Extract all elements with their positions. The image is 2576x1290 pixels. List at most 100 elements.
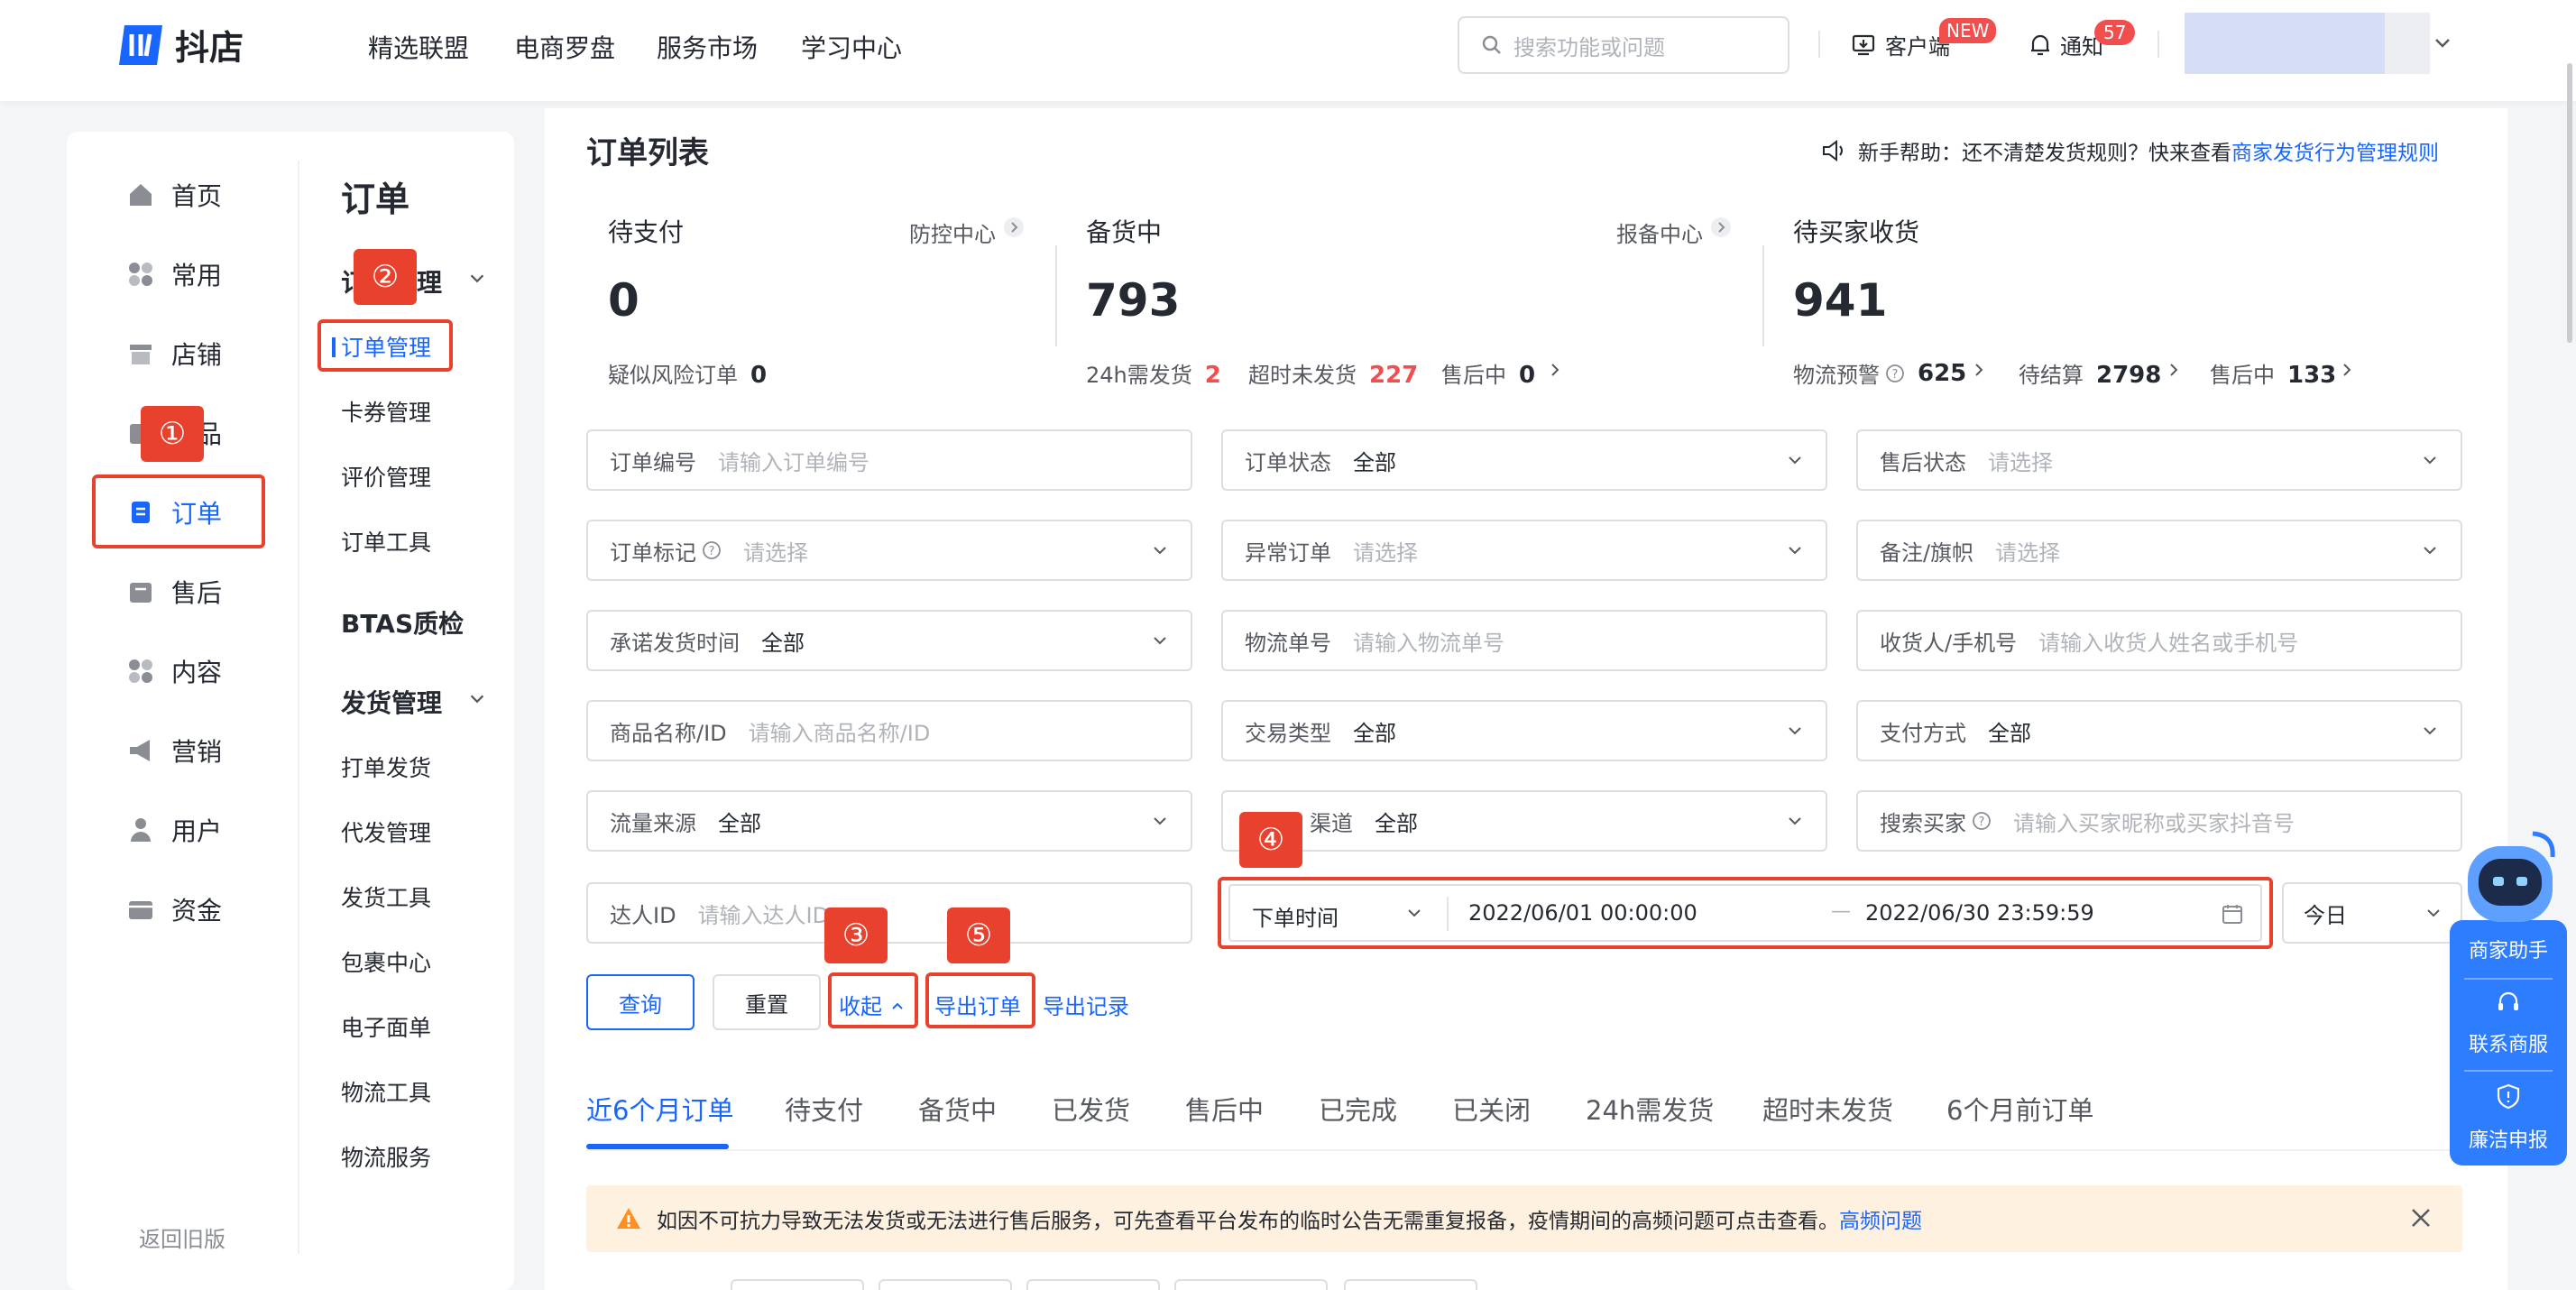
help-circle-icon[interactable]: ? <box>702 540 722 560</box>
topnav-alliance[interactable]: 精选联盟 <box>368 29 469 65</box>
reset-button[interactable]: 重置 <box>713 974 821 1030</box>
tab-completed[interactable]: 已完成 <box>1319 1090 1397 1128</box>
subnav-item-package-center[interactable]: 包裹中心 <box>341 945 431 978</box>
subnav-item-shipping-tools[interactable]: 发货工具 <box>341 880 431 913</box>
contact-service-button[interactable]: 联系商服 <box>2450 1028 2567 1057</box>
influencer-id-field[interactable]: 达人ID 请输入达人ID <box>586 882 1192 944</box>
report-center-link[interactable]: 报备中心 <box>1616 217 1703 248</box>
tab-pending-pay[interactable]: 待支付 <box>785 1090 863 1128</box>
chevron-right-icon[interactable] <box>2165 361 2183 379</box>
subnav-item-print-ship[interactable]: 打单发货 <box>341 751 431 783</box>
sidebar-item-common[interactable]: 常用 <box>126 256 222 292</box>
stat-sub-logistics-warning[interactable]: 物流预警 ? 625 <box>1793 357 1966 389</box>
chevron-down-icon[interactable] <box>467 689 487 709</box>
tab-stocking[interactable]: 备货中 <box>918 1090 997 1128</box>
subnav-item-order-tools[interactable]: 订单工具 <box>341 525 431 557</box>
order-status-select[interactable]: 订单状态 全部 <box>1221 429 1827 491</box>
account-avatar-secondary[interactable] <box>2385 13 2430 74</box>
close-icon[interactable] <box>2408 1205 2433 1230</box>
chevron-down-icon[interactable] <box>467 269 487 289</box>
help-circle-icon[interactable]: ? <box>1885 364 1905 383</box>
merchant-assistant-button[interactable]: 商家助手 <box>2450 935 2567 963</box>
stat-sub-24h-ship[interactable]: 24h需发货 2 <box>1086 357 1221 389</box>
stat-value-awaiting-receipt[interactable]: 941 <box>1793 274 1887 327</box>
stat-label-stocking[interactable]: 备货中 <box>1086 213 1162 249</box>
calendar-icon[interactable] <box>2221 902 2244 926</box>
chevron-right-icon[interactable] <box>1003 217 1025 238</box>
chevron-down-icon[interactable] <box>1405 904 1423 922</box>
stat-sub-risk-orders[interactable]: 疑似风险订单 0 <box>608 357 767 389</box>
doudian-logo-icon[interactable] <box>115 22 166 69</box>
sidebar-item-home[interactable]: 首页 <box>126 177 222 213</box>
faq-link[interactable]: 高频问题 <box>1839 1203 1922 1234</box>
sidebar-item-users[interactable]: 用户 <box>126 812 222 848</box>
subnav-item-logistics-service[interactable]: 物流服务 <box>341 1140 431 1173</box>
chevron-right-icon[interactable] <box>2338 361 2356 379</box>
robot-assistant-icon[interactable] <box>2461 828 2560 927</box>
query-button[interactable]: 查询 <box>586 974 695 1030</box>
topnav-learning[interactable]: 学习中心 <box>801 29 902 65</box>
global-search-input[interactable]: 搜索功能或问题 <box>1458 16 1789 74</box>
stat-sub-aftersale-receipt[interactable]: 售后中 133 <box>2210 357 2336 389</box>
aftersale-status-select[interactable]: 售后状态 请选择 <box>1856 429 2462 491</box>
order-mark-select[interactable]: 订单标记? 请选择 <box>586 520 1192 581</box>
export-records-link[interactable]: 导出记录 <box>1043 989 1129 1020</box>
subnav-item-btas[interactable]: BTAS质检 <box>341 604 464 640</box>
topnav-service-market[interactable]: 服务市场 <box>657 29 758 65</box>
tab-overdue-ship[interactable]: 超时未发货 <box>1762 1090 1893 1128</box>
receiver-phone-field[interactable]: 收货人/手机号 请输入收货人姓名或手机号 <box>1856 610 2462 671</box>
start-date-input[interactable]: 2022/06/01 00:00:00 <box>1468 900 1697 926</box>
date-type-select[interactable]: 下单时间 <box>1252 900 1339 932</box>
date-range-field[interactable]: 下单时间 2022/06/01 00:00:00 — 2022/06/30 23… <box>1228 884 2262 942</box>
end-date-input[interactable]: 2022/06/30 23:59:59 <box>1865 900 2094 926</box>
sidebar-item-aftersale[interactable]: 售后 <box>126 574 222 610</box>
stat-value-stocking[interactable]: 793 <box>1086 274 1180 327</box>
channel-select[interactable]: 渠道 全部 <box>1221 790 1827 852</box>
partial-button[interactable] <box>1174 1279 1328 1290</box>
account-avatar[interactable] <box>2185 13 2385 74</box>
tab-closed[interactable]: 已关闭 <box>1452 1090 1531 1128</box>
stat-sub-pending-settlement[interactable]: 待结算 2798 <box>2019 357 2161 389</box>
sidebar-item-marketing[interactable]: 营销 <box>126 733 222 769</box>
partial-button[interactable] <box>731 1279 864 1290</box>
sidebar-item-content[interactable]: 内容 <box>126 653 222 689</box>
tab-shipped[interactable]: 已发货 <box>1052 1090 1130 1128</box>
traffic-source-select[interactable]: 流量来源 全部 <box>586 790 1192 852</box>
order-number-field[interactable]: 订单编号 请输入订单编号 <box>586 429 1192 491</box>
subnav-item-dropship[interactable]: 代发管理 <box>341 815 431 848</box>
remark-flag-select[interactable]: 备注/旗帜 请选择 <box>1856 520 2462 581</box>
risk-control-center-link[interactable]: 防控中心 <box>909 217 996 248</box>
buyer-search-field[interactable]: 搜索买家? 请输入买家昵称或买家抖音号 <box>1856 790 2462 852</box>
back-to-old-version-link[interactable]: 返回旧版 <box>139 1221 225 1253</box>
subnav-group-shipping[interactable]: 发货管理 <box>341 684 442 720</box>
integrity-report-button[interactable]: 廉洁申报 <box>2450 1124 2567 1153</box>
stat-label-awaiting-receipt[interactable]: 待买家收货 <box>1793 213 1919 249</box>
subnav-item-coupon-management[interactable]: 卡券管理 <box>341 395 431 428</box>
tab-aftersale[interactable]: 售后中 <box>1185 1090 1264 1128</box>
tab-older-than-6-months[interactable]: 6个月前订单 <box>1946 1090 2093 1128</box>
page-scrollbar[interactable] <box>2567 63 2572 343</box>
chevron-right-icon[interactable] <box>1546 361 1564 379</box>
partial-button[interactable] <box>879 1279 1012 1290</box>
product-name-id-field[interactable]: 商品名称/ID 请输入商品名称/ID <box>586 700 1192 761</box>
payment-method-select[interactable]: 支付方式 全部 <box>1856 700 2462 761</box>
tab-recent-6-months[interactable]: 近6个月订单 <box>586 1090 733 1128</box>
tracking-number-field[interactable]: 物流单号 请输入物流单号 <box>1221 610 1827 671</box>
promised-ship-time-select[interactable]: 承诺发货时间 全部 <box>586 610 1192 671</box>
chevron-right-icon[interactable] <box>1970 361 1988 379</box>
notification-button[interactable]: 通知 <box>2028 29 2103 60</box>
help-rules-link[interactable]: 商家发货行为管理规则 <box>2231 135 2439 166</box>
partial-button[interactable] <box>1344 1279 1477 1290</box>
logo-text[interactable]: 抖店 <box>175 20 244 69</box>
sidebar-item-funds[interactable]: 资金 <box>126 891 222 927</box>
stat-sub-aftersale[interactable]: 售后中 0 <box>1441 357 1535 389</box>
abnormal-order-select[interactable]: 异常订单 请选择 <box>1221 520 1827 581</box>
stat-label-pending-pay[interactable]: 待支付 <box>608 213 684 249</box>
subnav-item-review-management[interactable]: 评价管理 <box>341 460 431 493</box>
stat-value-pending-pay[interactable]: 0 <box>608 274 639 327</box>
date-preset-select[interactable]: 今日 <box>2282 882 2462 944</box>
partial-button[interactable] <box>1026 1279 1160 1290</box>
topnav-compass[interactable]: 电商罗盘 <box>514 29 615 65</box>
chevron-down-icon[interactable] <box>2432 32 2453 54</box>
help-circle-icon[interactable]: ? <box>1972 811 1992 831</box>
